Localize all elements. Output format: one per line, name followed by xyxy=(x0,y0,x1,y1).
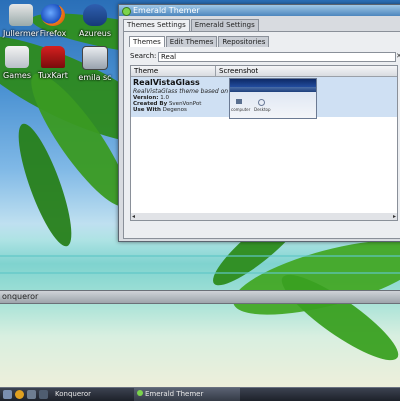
emerald-icon xyxy=(122,7,131,16)
theme-screenshot: computer Desktop xyxy=(229,78,317,119)
list-header: Theme Screenshot xyxy=(131,66,397,77)
emerald-icon xyxy=(137,390,143,396)
themes-settings-panel: Themes Edit Themes Repositories Search: … xyxy=(123,31,400,239)
tab-themes[interactable]: Themes xyxy=(129,36,165,47)
tab-themes-settings[interactable]: Themes Settings xyxy=(123,19,190,31)
taskbar-item-label: Konqueror xyxy=(55,390,92,398)
tab-emerald-settings[interactable]: Emerald Settings xyxy=(190,19,259,31)
tab-repositories[interactable]: Repositories xyxy=(218,36,270,47)
column-header-screenshot[interactable]: Screenshot xyxy=(219,66,258,76)
screenshot-titlebar xyxy=(230,87,316,92)
quicklaunch-icon[interactable] xyxy=(15,390,24,399)
desktop-icon-label: TuxKart xyxy=(38,71,68,80)
window-titlebar[interactable]: Emerald Themer xyxy=(119,5,400,16)
desktop-icon-azureus[interactable]: Azureus xyxy=(66,4,124,38)
konqueror-window-bar[interactable]: onqueror xyxy=(0,290,400,304)
terminal-icon xyxy=(82,46,108,70)
konqueror-title: onqueror xyxy=(2,292,39,301)
horizontal-scrollbar[interactable]: ◂ ▸ xyxy=(130,213,398,221)
scroll-right-icon[interactable]: ▸ xyxy=(393,213,396,220)
tuxkart-icon xyxy=(41,46,65,68)
theme-engine-value: Degenos xyxy=(162,107,187,113)
desktop-icon-terminal[interactable]: emila sc xyxy=(66,46,124,82)
screenshot-label: computer xyxy=(231,107,251,112)
tab-edit-themes[interactable]: Edit Themes xyxy=(165,36,218,47)
theme-name: RealVistaGlass xyxy=(133,78,200,87)
sea-line xyxy=(0,272,400,274)
search-row: Search: Real ✕ xyxy=(130,52,400,62)
clear-search-icon[interactable]: ✕ xyxy=(396,52,400,61)
theme-engine: Use With Degenos xyxy=(133,107,187,113)
taskbar: Konqueror Emerald Themer xyxy=(0,387,400,401)
sub-tabs: Themes Edit Themes Repositories xyxy=(129,36,270,47)
column-divider xyxy=(215,66,216,76)
desktop-icon xyxy=(258,99,265,106)
main-tabs: Themes Settings Emerald Settings xyxy=(123,19,260,31)
column-header-theme[interactable]: Theme xyxy=(134,66,158,76)
themes-list: Theme Screenshot RealVistaGlass RealVist… xyxy=(130,65,398,215)
sea-line xyxy=(0,255,400,257)
desktop-icon-label: emila sc xyxy=(78,73,112,82)
quicklaunch-icon[interactable] xyxy=(27,390,36,399)
emerald-themer-window: Emerald Themer Themes Settings Emerald S… xyxy=(118,4,400,242)
theme-engine-label: Use With xyxy=(133,107,161,113)
scroll-left-icon[interactable]: ◂ xyxy=(132,213,135,220)
taskbar-item-konqueror[interactable]: Konqueror xyxy=(52,388,128,401)
start-menu-icon[interactable] xyxy=(3,390,12,399)
computer-icon xyxy=(236,99,242,104)
theme-row[interactable]: RealVistaGlass RealVistaGlass theme base… xyxy=(131,77,397,119)
search-label: Search: xyxy=(130,52,157,60)
taskbar-item-label: Emerald Themer xyxy=(145,390,204,398)
azureus-icon xyxy=(83,4,107,26)
screenshot-label: Desktop xyxy=(254,107,271,112)
window-title: Emerald Themer xyxy=(133,6,200,15)
search-input[interactable]: Real xyxy=(158,52,396,62)
quicklaunch-icon[interactable] xyxy=(39,390,48,399)
taskbar-item-emerald-themer[interactable]: Emerald Themer xyxy=(134,388,240,401)
desktop-icon-label: Firefox xyxy=(39,29,67,38)
theme-description: RealVistaGlass theme based on ... xyxy=(133,88,236,95)
desktop-icon-label: Azureus xyxy=(78,29,111,38)
firefox-icon xyxy=(41,4,65,26)
